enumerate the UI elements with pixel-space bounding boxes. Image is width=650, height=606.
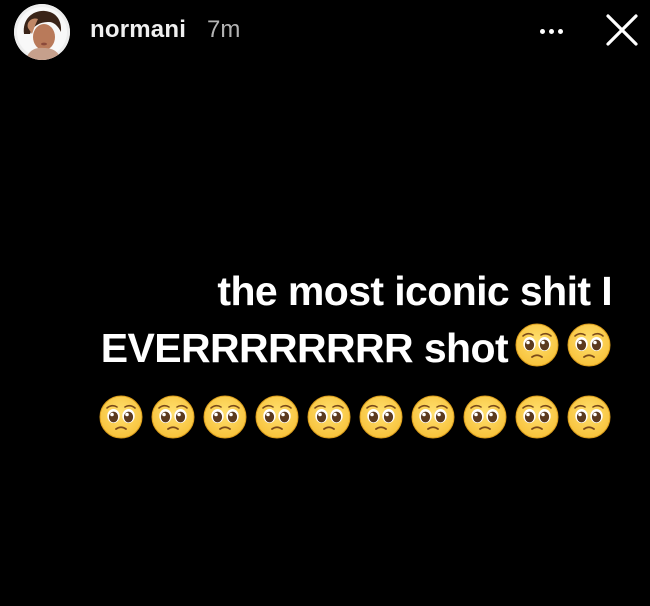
pleading-face-emoji-icon [203, 395, 247, 439]
pleading-face-emoji-icon [151, 395, 195, 439]
close-icon [606, 14, 638, 46]
pleading-face-emoji-icon [255, 395, 299, 439]
username[interactable]: normani [90, 16, 186, 44]
close-button[interactable] [602, 10, 642, 50]
pleading-face-emoji-icon [99, 395, 143, 439]
more-options-button[interactable] [534, 18, 568, 44]
more-dot [539, 28, 545, 34]
caption-emoji-group [514, 322, 612, 368]
caption-text-1: the most iconic shit I [217, 268, 612, 314]
pleading-face-emoji-icon [411, 395, 455, 439]
caption-line-1: the most iconic shit I [12, 263, 612, 320]
caption-emoji-row [98, 394, 612, 440]
pleading-face-emoji-icon [567, 395, 611, 439]
caption-line-2: EVERRRRRRRR shot [12, 320, 612, 377]
pleading-face-emoji-icon [567, 323, 611, 367]
story-caption: the most iconic shit I EVERRRRRRRR shot [12, 263, 613, 377]
pleading-face-emoji-icon [359, 395, 403, 439]
caption-text-2: EVERRRRRRRR shot [100, 325, 509, 371]
avatar[interactable] [14, 4, 70, 60]
pleading-face-emoji-icon [515, 395, 559, 439]
story-timestamp: 7m [207, 16, 241, 43]
avatar-image [14, 4, 70, 60]
pleading-face-emoji-icon [463, 395, 507, 439]
pleading-face-emoji-icon [515, 323, 559, 367]
more-dot [557, 28, 563, 34]
more-dot [548, 28, 554, 34]
story-header: normani 7m [0, 0, 650, 64]
pleading-face-emoji-icon [307, 395, 351, 439]
story-viewer: normani 7m the most iconic shit I EVERRR… [0, 0, 650, 606]
